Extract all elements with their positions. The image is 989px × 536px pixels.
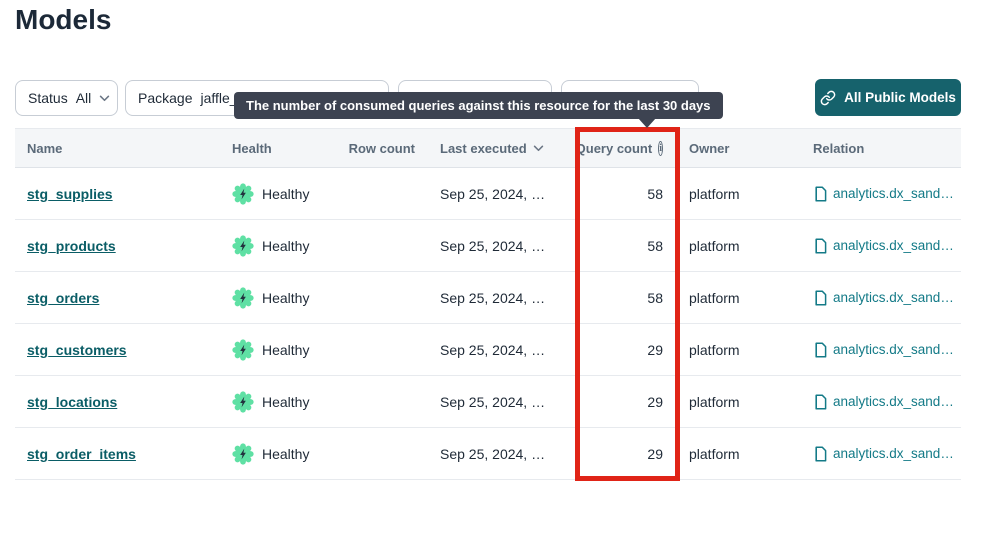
query-count-value: 29 (578, 446, 679, 462)
table-row: stg_orders Healthy Sep 25, 2024, … 58 pl… (15, 272, 961, 324)
tooltip-arrow (638, 118, 656, 128)
package-filter-label: Package (138, 90, 192, 106)
last-executed-value: Sep 25, 2024, … (415, 186, 578, 202)
owner-value: platform (679, 186, 803, 202)
document-icon (813, 186, 827, 202)
owner-value: platform (679, 238, 803, 254)
query-count-value: 29 (578, 342, 679, 358)
sort-chevron-icon (533, 145, 544, 152)
table-row: stg_customers Healthy Sep 25, 2024, … 29… (15, 324, 961, 376)
column-header-relation: Relation (803, 141, 961, 156)
column-header-owner: Owner (679, 141, 803, 156)
status-filter-label: Status (28, 90, 68, 106)
last-executed-value: Sep 25, 2024, … (415, 238, 578, 254)
all-public-models-label: All Public Models (844, 90, 956, 105)
owner-value: platform (679, 394, 803, 410)
package-filter-value: jaffle_ (200, 90, 237, 106)
page-title: Models (15, 4, 111, 36)
owner-value: platform (679, 290, 803, 306)
relation-link[interactable]: analytics.dx_sand… (833, 290, 954, 305)
document-icon (813, 446, 827, 462)
table-row: stg_locations Healthy Sep 25, 2024, … 29… (15, 376, 961, 428)
document-icon (813, 238, 827, 254)
owner-value: platform (679, 342, 803, 358)
healthy-badge-icon (232, 339, 254, 361)
last-executed-value: Sep 25, 2024, … (415, 342, 578, 358)
health-label: Healthy (262, 446, 309, 462)
column-header-row-count: Row count (348, 141, 415, 156)
relation-link[interactable]: analytics.dx_sand… (833, 238, 954, 253)
chevron-down-icon (99, 95, 110, 102)
query-count-value: 29 (578, 394, 679, 410)
model-link[interactable]: stg_customers (27, 342, 127, 358)
healthy-badge-icon (232, 235, 254, 257)
last-executed-value: Sep 25, 2024, … (415, 394, 578, 410)
model-link[interactable]: stg_supplies (27, 186, 113, 202)
document-icon (813, 342, 827, 358)
column-header-health: Health (232, 141, 348, 156)
healthy-badge-icon (232, 391, 254, 413)
info-icon[interactable]: i (658, 141, 663, 156)
health-label: Healthy (262, 186, 309, 202)
column-header-last-executed[interactable]: Last executed (415, 141, 578, 156)
table-row: stg_products Healthy Sep 25, 2024, … 58 … (15, 220, 961, 272)
last-executed-value: Sep 25, 2024, … (415, 446, 578, 462)
table-row: stg_order_items Healthy Sep 25, 2024, … … (15, 428, 961, 480)
link-icon (820, 90, 836, 106)
column-header-name: Name (15, 141, 232, 156)
models-table: Name Health Row count Last executed Quer… (15, 128, 961, 480)
document-icon (813, 290, 827, 306)
health-label: Healthy (262, 238, 309, 254)
health-label: Healthy (262, 394, 309, 410)
model-link[interactable]: stg_products (27, 238, 116, 254)
tooltip-text: The number of consumed queries against t… (246, 98, 711, 113)
health-label: Healthy (262, 342, 309, 358)
model-link[interactable]: stg_orders (27, 290, 99, 306)
query-count-value: 58 (578, 186, 679, 202)
relation-link[interactable]: analytics.dx_sand… (833, 186, 954, 201)
all-public-models-button[interactable]: All Public Models (815, 79, 961, 116)
status-filter-dropdown[interactable]: Status All (15, 80, 118, 116)
last-executed-value: Sep 25, 2024, … (415, 290, 578, 306)
query-count-value: 58 (578, 238, 679, 254)
query-count-tooltip: The number of consumed queries against t… (234, 92, 723, 119)
table-header: Name Health Row count Last executed Quer… (15, 128, 961, 168)
document-icon (813, 394, 827, 410)
healthy-badge-icon (232, 287, 254, 309)
relation-link[interactable]: analytics.dx_sand… (833, 394, 954, 409)
relation-link[interactable]: analytics.dx_sand… (833, 446, 954, 461)
model-link[interactable]: stg_locations (27, 394, 117, 410)
model-link[interactable]: stg_order_items (27, 446, 136, 462)
healthy-badge-icon (232, 443, 254, 465)
status-filter-value: All (76, 90, 92, 106)
table-row: stg_supplies Healthy Sep 25, 2024, … 58 … (15, 168, 961, 220)
relation-link[interactable]: analytics.dx_sand… (833, 342, 954, 357)
column-header-query-count: Query count i (578, 141, 679, 156)
owner-value: platform (679, 446, 803, 462)
models-page: Models Status All Package jaffle_ All Pu… (0, 0, 989, 536)
health-label: Healthy (262, 290, 309, 306)
healthy-badge-icon (232, 183, 254, 205)
query-count-value: 58 (578, 290, 679, 306)
